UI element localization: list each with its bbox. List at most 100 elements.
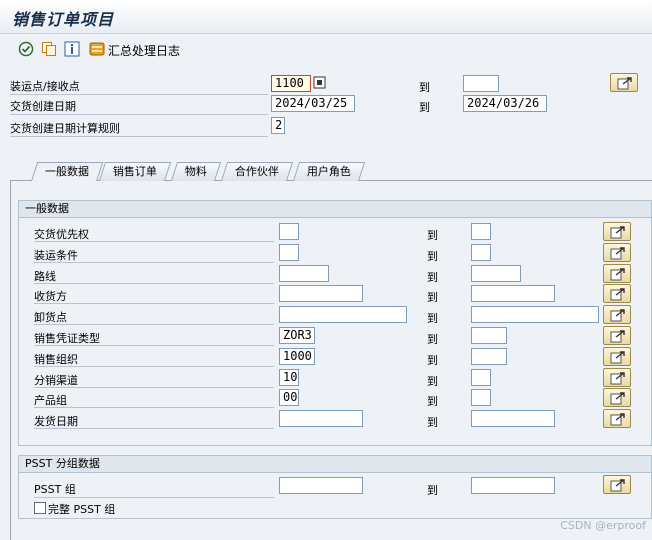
watermark: CSDN @erproof bbox=[560, 519, 646, 532]
field-label: 销售凭证类型 bbox=[34, 332, 100, 345]
multiple-selection-button[interactable] bbox=[603, 284, 631, 303]
multiple-selection-button[interactable] bbox=[603, 409, 631, 428]
to-label: 到 bbox=[427, 484, 438, 497]
range-to-field[interactable] bbox=[471, 244, 491, 261]
to-label: 到 bbox=[427, 375, 438, 388]
multiple-selection-icon bbox=[610, 330, 625, 343]
psst-group-multiple-selection-button[interactable] bbox=[603, 475, 631, 494]
multiple-selection-icon bbox=[610, 268, 625, 281]
divider bbox=[10, 94, 268, 95]
divider bbox=[34, 262, 274, 263]
psst-group-to-field[interactable] bbox=[471, 477, 555, 494]
range-from-field[interactable]: 10 bbox=[279, 369, 299, 386]
range-to-field[interactable] bbox=[471, 223, 491, 240]
tab-general-data[interactable]: 一般数据 bbox=[30, 162, 104, 182]
info-icon[interactable] bbox=[64, 41, 80, 57]
multiple-selection-button[interactable] bbox=[603, 305, 631, 324]
complete-psst-label: 完整 PSST 组 bbox=[48, 503, 116, 516]
range-to-field[interactable] bbox=[471, 369, 491, 386]
calc-rule-label: 交货创建日期计算规则 bbox=[10, 122, 120, 135]
delivery-date-to-field[interactable]: 2024/03/26 bbox=[463, 95, 547, 112]
multiple-selection-icon bbox=[610, 413, 625, 426]
shipping-point-multiple-selection-button[interactable] bbox=[610, 73, 638, 92]
range-from-field[interactable] bbox=[279, 285, 363, 302]
range-to-field[interactable] bbox=[471, 265, 521, 282]
range-to-field[interactable] bbox=[471, 285, 555, 302]
multiple-selection-icon bbox=[610, 247, 625, 260]
to-label: 到 bbox=[419, 101, 430, 114]
divider bbox=[34, 366, 274, 367]
range-to-field[interactable] bbox=[471, 306, 599, 323]
range-from-field[interactable] bbox=[279, 223, 299, 240]
range-to-field[interactable] bbox=[471, 389, 491, 406]
divider bbox=[34, 241, 274, 242]
to-label: 到 bbox=[427, 416, 438, 429]
divider bbox=[34, 324, 274, 325]
psst-group-from-field[interactable] bbox=[279, 477, 363, 494]
process-log-button[interactable]: 汇总处理日志 bbox=[108, 42, 180, 59]
multiple-selection-icon bbox=[610, 309, 625, 322]
range-to-field[interactable] bbox=[471, 327, 507, 344]
divider bbox=[34, 303, 274, 304]
psst-heading: PSST 分组数据 bbox=[19, 456, 651, 473]
range-to-field[interactable] bbox=[471, 348, 507, 365]
shipping-point-to-field[interactable] bbox=[463, 75, 499, 92]
tab-sales-order[interactable]: 销售订单 bbox=[98, 162, 172, 181]
copy-icon[interactable] bbox=[41, 41, 57, 57]
multiple-selection-button[interactable] bbox=[603, 326, 631, 345]
range-from-field[interactable]: 1000 bbox=[279, 348, 315, 365]
range-from-field[interactable] bbox=[279, 410, 363, 427]
range-from-field[interactable] bbox=[279, 306, 407, 323]
to-label: 到 bbox=[427, 229, 438, 242]
divider bbox=[34, 387, 274, 388]
delivery-date-from-field[interactable]: 2024/03/25 bbox=[271, 95, 355, 112]
field-label: 装运条件 bbox=[34, 249, 78, 262]
range-to-field[interactable] bbox=[471, 410, 555, 427]
tab-material[interactable]: 物料 bbox=[170, 162, 222, 181]
tab-partner[interactable]: 合作伙伴 bbox=[220, 162, 294, 181]
matchcode-icon[interactable] bbox=[313, 76, 329, 92]
range-from-field[interactable] bbox=[279, 244, 299, 261]
multiple-selection-button[interactable] bbox=[603, 264, 631, 283]
to-label: 到 bbox=[419, 81, 430, 94]
multiple-selection-button[interactable] bbox=[603, 347, 631, 366]
multiple-selection-button[interactable] bbox=[603, 368, 631, 387]
multiple-selection-icon bbox=[610, 479, 625, 492]
multiple-selection-icon bbox=[610, 288, 625, 301]
range-from-field[interactable]: ZOR3 bbox=[279, 327, 315, 344]
multiple-selection-icon bbox=[610, 392, 625, 405]
calc-rule-field[interactable]: 2 bbox=[271, 117, 285, 134]
field-label: 交货优先权 bbox=[34, 228, 89, 241]
general-data-heading: 一般数据 bbox=[19, 201, 651, 218]
delivery-date-label: 交货创建日期 bbox=[10, 100, 76, 113]
field-label: 发货日期 bbox=[34, 415, 78, 428]
field-label: 产品组 bbox=[34, 394, 67, 407]
divider bbox=[34, 428, 274, 429]
range-from-field[interactable] bbox=[279, 265, 329, 282]
multiple-selection-icon bbox=[617, 77, 632, 90]
divider bbox=[10, 136, 268, 137]
multiple-selection-button[interactable] bbox=[603, 243, 631, 262]
complete-psst-checkbox[interactable] bbox=[34, 502, 46, 514]
tab-user-role[interactable]: 用户角色 bbox=[292, 162, 366, 181]
divider bbox=[34, 407, 274, 408]
shipping-point-label: 装运点/接收点 bbox=[10, 80, 80, 93]
multiple-selection-button[interactable] bbox=[603, 222, 631, 241]
to-label: 到 bbox=[427, 250, 438, 263]
divider bbox=[10, 114, 268, 115]
multiple-selection-icon bbox=[610, 372, 625, 385]
log-icon[interactable] bbox=[89, 41, 105, 57]
shipping-point-field[interactable]: 1100 bbox=[271, 75, 311, 92]
execute-icon[interactable] bbox=[18, 41, 34, 57]
range-from-field[interactable]: 00 bbox=[279, 389, 299, 406]
multiple-selection-icon bbox=[610, 226, 625, 239]
multiple-selection-button[interactable] bbox=[603, 388, 631, 407]
field-label: 路线 bbox=[34, 270, 56, 283]
field-label: 卸货点 bbox=[34, 311, 67, 324]
to-label: 到 bbox=[427, 354, 438, 367]
to-label: 到 bbox=[427, 333, 438, 346]
divider bbox=[34, 345, 274, 346]
psst-group-label: PSST 组 bbox=[34, 483, 76, 496]
multiple-selection-icon bbox=[610, 351, 625, 364]
to-label: 到 bbox=[427, 271, 438, 284]
